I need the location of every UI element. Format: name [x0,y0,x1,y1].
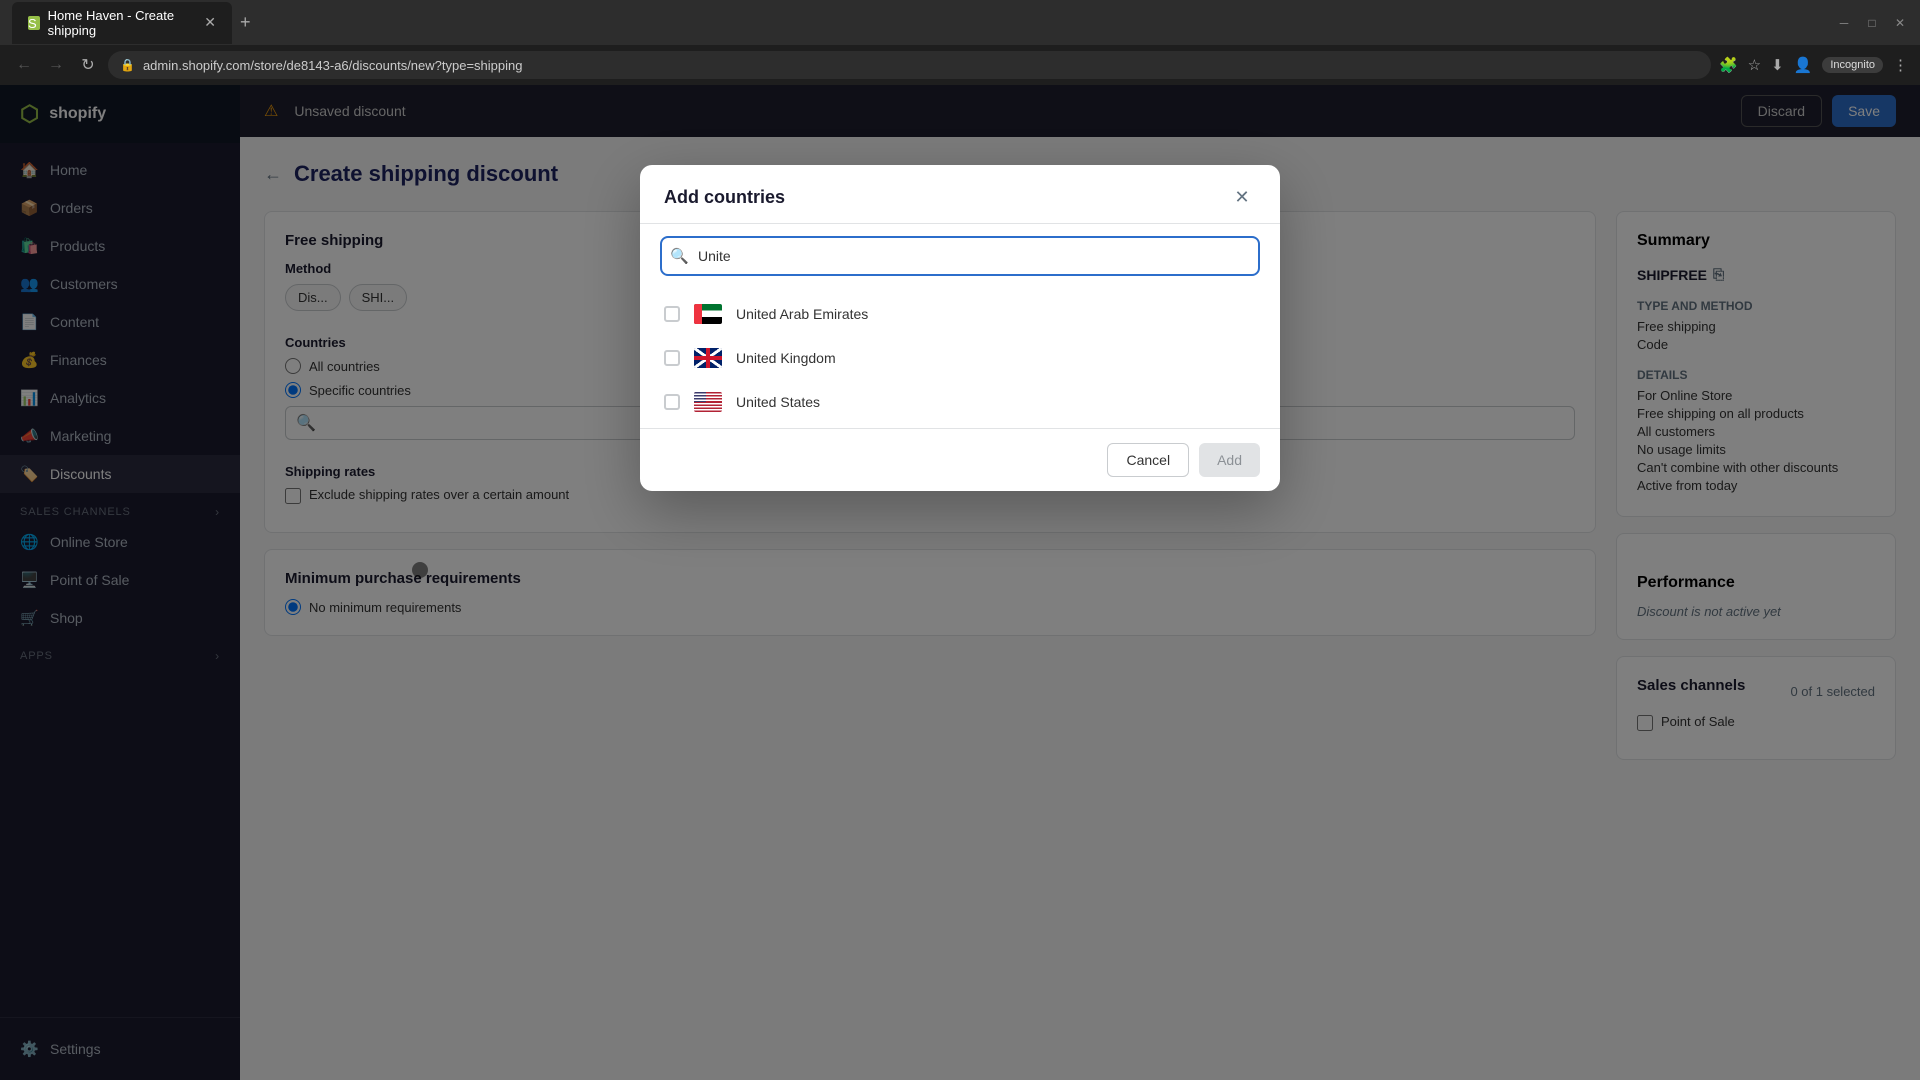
modal-search-input[interactable] [660,236,1260,276]
modal-overlay: Add countries ✕ 🔍 United Arab Emirates U… [0,85,1920,1080]
country-item-uk[interactable]: United Kingdom [640,336,1280,380]
lock-icon: 🔒 [120,58,135,72]
modal-close-button[interactable]: ✕ [1228,183,1256,211]
menu-icon[interactable]: ⋮ [1893,56,1908,74]
address-bar[interactable]: 🔒 admin.shopify.com/store/de8143-a6/disc… [108,51,1711,79]
toolbar-icons: 🧩 ☆ ⬇ 👤 Incognito ⋮ [1719,56,1908,74]
uk-country-name: United Kingdom [736,350,836,366]
uk-flag-icon [694,348,722,368]
extensions-icon[interactable]: 🧩 [1719,56,1738,74]
browser-chrome: S Home Haven - Create shipping ✕ + ─ □ ✕ [0,0,1920,45]
forward-nav-button[interactable]: → [44,56,68,74]
add-countries-modal: Add countries ✕ 🔍 United Arab Emirates U… [640,165,1280,491]
new-tab-button[interactable]: + [240,12,251,33]
modal-search-section: 🔍 [640,224,1280,288]
tab-close-button[interactable]: ✕ [204,14,216,31]
browser-toolbar: ← → ↻ 🔒 admin.shopify.com/store/de8143-a… [0,45,1920,85]
modal-search-icon: 🔍 [670,247,689,265]
active-tab[interactable]: S Home Haven - Create shipping ✕ [12,2,232,44]
tab-favicon: S [28,16,40,30]
modal-header: Add countries ✕ [640,165,1280,224]
cancel-button[interactable]: Cancel [1107,443,1189,477]
profile-icon[interactable]: 👤 [1794,56,1813,74]
url-text: admin.shopify.com/store/de8143-a6/discou… [143,58,523,73]
bookmark-icon[interactable]: ☆ [1748,56,1761,74]
close-window-button[interactable]: ✕ [1892,15,1908,31]
incognito-badge: Incognito [1822,57,1883,73]
country-item-uae[interactable]: United Arab Emirates [640,292,1280,336]
us-checkbox[interactable] [664,394,680,410]
maximize-button[interactable]: □ [1864,15,1880,31]
add-button[interactable]: Add [1199,443,1260,477]
country-item-us[interactable]: United States [640,380,1280,424]
modal-footer: Cancel Add [640,428,1280,491]
uk-checkbox[interactable] [664,350,680,366]
browser-tabs: S Home Haven - Create shipping ✕ + [12,2,1828,44]
uae-country-name: United Arab Emirates [736,306,868,322]
minimize-button[interactable]: ─ [1836,15,1852,31]
modal-title: Add countries [664,187,785,208]
modal-country-list: United Arab Emirates United Kingdom Unit… [640,288,1280,428]
tab-title: Home Haven - Create shipping [48,8,197,38]
download-icon[interactable]: ⬇ [1771,56,1784,74]
uae-checkbox[interactable] [664,306,680,322]
us-flag-icon [694,392,722,412]
modal-search-wrapper: 🔍 [660,236,1260,276]
window-controls: ─ □ ✕ [1836,15,1908,31]
uae-flag-icon [694,304,722,324]
us-country-name: United States [736,394,820,410]
back-nav-button[interactable]: ← [12,56,36,74]
reload-button[interactable]: ↻ [76,55,100,75]
